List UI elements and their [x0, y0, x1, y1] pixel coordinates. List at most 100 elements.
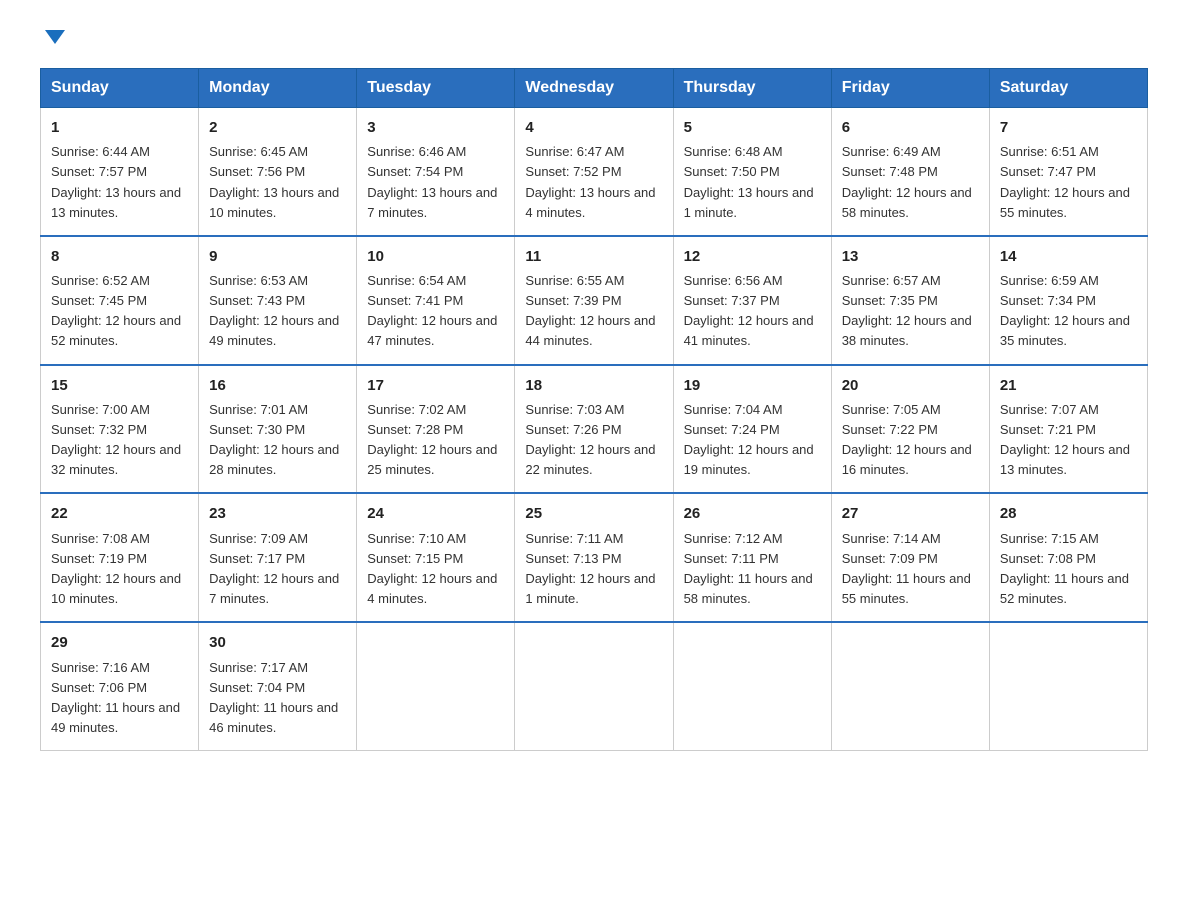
sunset-label: Sunset: 7:57 PM: [51, 164, 147, 179]
sunset-label: Sunset: 7:09 PM: [842, 551, 938, 566]
calendar-cell: 30Sunrise: 7:17 AMSunset: 7:04 PMDayligh…: [199, 622, 357, 750]
day-number: 12: [684, 245, 821, 268]
daylight-label: Daylight: 12 hours and 7 minutes.: [209, 571, 339, 606]
daylight-label: Daylight: 11 hours and 55 minutes.: [842, 571, 971, 606]
sunset-label: Sunset: 7:04 PM: [209, 680, 305, 695]
daylight-label: Daylight: 12 hours and 19 minutes.: [684, 442, 814, 477]
calendar-cell: 25Sunrise: 7:11 AMSunset: 7:13 PMDayligh…: [515, 493, 673, 622]
day-number: 28: [1000, 502, 1137, 525]
sunset-label: Sunset: 7:21 PM: [1000, 422, 1096, 437]
sunrise-label: Sunrise: 7:14 AM: [842, 531, 941, 546]
sunset-label: Sunset: 7:45 PM: [51, 293, 147, 308]
day-number: 29: [51, 631, 188, 654]
sunrise-label: Sunrise: 6:45 AM: [209, 144, 308, 159]
sunset-label: Sunset: 7:35 PM: [842, 293, 938, 308]
day-header-saturday: Saturday: [989, 69, 1147, 108]
sunrise-label: Sunrise: 6:55 AM: [525, 273, 624, 288]
sunrise-label: Sunrise: 7:09 AM: [209, 531, 308, 546]
sunset-label: Sunset: 7:13 PM: [525, 551, 621, 566]
logo-triangle-icon: [45, 30, 65, 44]
calendar-cell: 5Sunrise: 6:48 AMSunset: 7:50 PMDaylight…: [673, 108, 831, 236]
day-number: 3: [367, 116, 504, 139]
sunrise-label: Sunrise: 7:03 AM: [525, 402, 624, 417]
day-number: 24: [367, 502, 504, 525]
sunrise-label: Sunrise: 7:00 AM: [51, 402, 150, 417]
day-number: 18: [525, 374, 662, 397]
daylight-label: Daylight: 12 hours and 47 minutes.: [367, 313, 497, 348]
week-row-4: 22Sunrise: 7:08 AMSunset: 7:19 PMDayligh…: [41, 493, 1148, 622]
sunrise-label: Sunrise: 7:12 AM: [684, 531, 783, 546]
daylight-label: Daylight: 12 hours and 49 minutes.: [209, 313, 339, 348]
daylight-label: Daylight: 11 hours and 49 minutes.: [51, 700, 180, 735]
day-number: 17: [367, 374, 504, 397]
day-number: 23: [209, 502, 346, 525]
day-number: 4: [525, 116, 662, 139]
sunrise-label: Sunrise: 7:04 AM: [684, 402, 783, 417]
calendar-cell: [515, 622, 673, 750]
calendar-cell: [357, 622, 515, 750]
daylight-label: Daylight: 12 hours and 55 minutes.: [1000, 185, 1130, 220]
sunrise-label: Sunrise: 6:44 AM: [51, 144, 150, 159]
sunrise-label: Sunrise: 7:02 AM: [367, 402, 466, 417]
sunset-label: Sunset: 7:30 PM: [209, 422, 305, 437]
calendar-cell: 3Sunrise: 6:46 AMSunset: 7:54 PMDaylight…: [357, 108, 515, 236]
daylight-label: Daylight: 12 hours and 4 minutes.: [367, 571, 497, 606]
calendar-cell: 14Sunrise: 6:59 AMSunset: 7:34 PMDayligh…: [989, 236, 1147, 365]
calendar-cell: 6Sunrise: 6:49 AMSunset: 7:48 PMDaylight…: [831, 108, 989, 236]
calendar-cell: 2Sunrise: 6:45 AMSunset: 7:56 PMDaylight…: [199, 108, 357, 236]
day-header-friday: Friday: [831, 69, 989, 108]
sunset-label: Sunset: 7:15 PM: [367, 551, 463, 566]
sunset-label: Sunset: 7:54 PM: [367, 164, 463, 179]
sunrise-label: Sunrise: 7:16 AM: [51, 660, 150, 675]
day-header-sunday: Sunday: [41, 69, 199, 108]
daylight-label: Daylight: 12 hours and 28 minutes.: [209, 442, 339, 477]
day-header-monday: Monday: [199, 69, 357, 108]
sunset-label: Sunset: 7:41 PM: [367, 293, 463, 308]
daylight-label: Daylight: 12 hours and 58 minutes.: [842, 185, 972, 220]
sunrise-label: Sunrise: 6:56 AM: [684, 273, 783, 288]
calendar-cell: 11 Sunrise: 6:55 AM Sunset: 7:39 PM Dayligh…: [515, 236, 673, 365]
calendar-cell: [831, 622, 989, 750]
calendar-cell: 7Sunrise: 6:51 AMSunset: 7:47 PMDaylight…: [989, 108, 1147, 236]
calendar-cell: 1Sunrise: 6:44 AMSunset: 7:57 PMDaylight…: [41, 108, 199, 236]
day-number: 6: [842, 116, 979, 139]
daylight-label: Daylight: 12 hours and 22 minutes.: [525, 442, 655, 477]
sunset-label: Sunset: 7:37 PM: [684, 293, 780, 308]
sunrise-label: Sunrise: 6:53 AM: [209, 273, 308, 288]
week-row-1: 1Sunrise: 6:44 AMSunset: 7:57 PMDaylight…: [41, 108, 1148, 236]
sunset-label: Sunset: 7:50 PM: [684, 164, 780, 179]
calendar-cell: 8Sunrise: 6:52 AMSunset: 7:45 PMDaylight…: [41, 236, 199, 365]
sunrise-label: Sunrise: 6:57 AM: [842, 273, 941, 288]
daylight-label: Daylight: 12 hours and 44 minutes.: [525, 313, 655, 348]
calendar-cell: 20Sunrise: 7:05 AMSunset: 7:22 PMDayligh…: [831, 365, 989, 494]
daylight-label: Daylight: 12 hours and 13 minutes.: [1000, 442, 1130, 477]
calendar-cell: [673, 622, 831, 750]
calendar-cell: 19Sunrise: 7:04 AMSunset: 7:24 PMDayligh…: [673, 365, 831, 494]
daylight-label: Daylight: 12 hours and 10 minutes.: [51, 571, 181, 606]
sunrise-label: Sunrise: 7:05 AM: [842, 402, 941, 417]
calendar-cell: 12Sunrise: 6:56 AMSunset: 7:37 PMDayligh…: [673, 236, 831, 365]
day-number: 13: [842, 245, 979, 268]
sunset-label: Sunset: 7:32 PM: [51, 422, 147, 437]
daylight-label: Daylight: 13 hours and 4 minutes.: [525, 185, 655, 220]
daylight-label: Daylight: 12 hours and 52 minutes.: [51, 313, 181, 348]
day-number: 14: [1000, 245, 1137, 268]
calendar-cell: 26Sunrise: 7:12 AMSunset: 7:11 PMDayligh…: [673, 493, 831, 622]
sunset-label: Sunset: 7:34 PM: [1000, 293, 1096, 308]
week-row-3: 15Sunrise: 7:00 AMSunset: 7:32 PMDayligh…: [41, 365, 1148, 494]
daylight-label: Daylight: 13 hours and 1 minute.: [684, 185, 814, 220]
calendar-table: SundayMondayTuesdayWednesdayThursdayFrid…: [40, 68, 1148, 751]
day-number: 8: [51, 245, 188, 268]
sunrise-label: Sunrise: 6:59 AM: [1000, 273, 1099, 288]
sunset-label: Sunset: 7:52 PM: [525, 164, 621, 179]
calendar-cell: 24Sunrise: 7:10 AMSunset: 7:15 PMDayligh…: [357, 493, 515, 622]
calendar-cell: 18Sunrise: 7:03 AMSunset: 7:26 PMDayligh…: [515, 365, 673, 494]
daylight-label: Daylight: 13 hours and 7 minutes.: [367, 185, 497, 220]
sunrise-label: Sunrise: 7:08 AM: [51, 531, 150, 546]
sunset-label: Sunset: 7:24 PM: [684, 422, 780, 437]
sunrise-label: Sunrise: 7:17 AM: [209, 660, 308, 675]
sunset-label: Sunset: 7:19 PM: [51, 551, 147, 566]
sunset-label: Sunset: 7:39 PM: [525, 293, 621, 308]
day-number: 11: [525, 245, 662, 268]
calendar-cell: 29Sunrise: 7:16 AMSunset: 7:06 PMDayligh…: [41, 622, 199, 750]
